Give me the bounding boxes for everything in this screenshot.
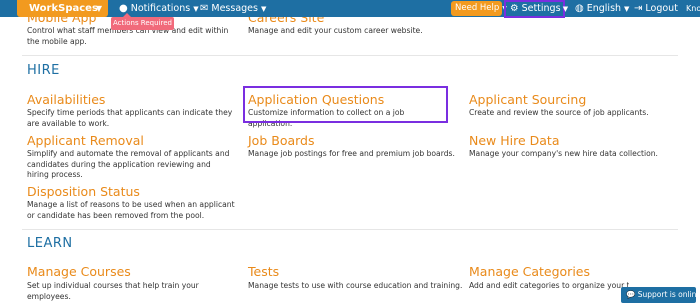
disposition-status-description: Manage a list of reasons to be used when…: [27, 200, 235, 220]
new-hire-data-link[interactable]: New Hire Data: [469, 134, 560, 148]
language-menu[interactable]: ◍ English ▼: [575, 0, 629, 17]
envelope-icon: ✉: [200, 3, 209, 14]
applicant-removal-description: Simplify and automate the removal of app…: [27, 149, 230, 179]
notifications-label: Notifications: [130, 3, 191, 14]
workspaces-menu-button[interactable]: WorkSpaces ▼: [17, 0, 108, 17]
chevron-down-icon: ▼: [624, 5, 630, 13]
settings-label: Settings: [521, 3, 561, 14]
settings-menu-button[interactable]: ⚙ Settings ▼: [504, 0, 568, 18]
gear-icon: ⚙: [510, 3, 519, 14]
logout-icon: ⇥: [634, 3, 643, 14]
application-questions-highlight: [243, 86, 448, 123]
manage-categories-description: Add and edit categories to organize your…: [469, 281, 629, 290]
section-divider: [22, 55, 678, 56]
tests-link[interactable]: Tests: [248, 265, 279, 279]
support-label: Support is online: [637, 290, 700, 299]
chevron-down-icon: ▼: [560, 5, 569, 13]
disposition-status-link[interactable]: Disposition Status: [27, 185, 140, 199]
manage-courses-link[interactable]: Manage Courses: [27, 265, 131, 279]
chevron-down-icon: ▼: [95, 4, 102, 13]
availabilities-link[interactable]: Availabilities: [27, 93, 105, 107]
tests-description: Manage tests to use with course educatio…: [248, 281, 463, 290]
language-label: English: [586, 3, 622, 14]
section-divider: [22, 229, 678, 230]
applicant-sourcing-description: Create and review the source of job appl…: [469, 108, 649, 117]
chevron-down-icon: ▼: [193, 5, 199, 13]
workspaces-label: WorkSpaces: [29, 3, 98, 14]
applicant-removal-link[interactable]: Applicant Removal: [27, 134, 144, 148]
messages-label: Messages: [211, 3, 258, 14]
availabilities-description: Specify time periods that applicants can…: [27, 108, 233, 128]
globe-icon: ◍: [575, 3, 584, 14]
truncated-menu-item[interactable]: Kno: [686, 0, 700, 17]
job-boards-link[interactable]: Job Boards: [248, 134, 315, 148]
careers-site-description: Manage and edit your custom career websi…: [248, 26, 423, 35]
actions-required-tooltip: Actions Required: [111, 13, 174, 30]
settings-content: Mobile App Control what staff members ca…: [0, 0, 700, 308]
job-boards-description: Manage job postings for free and premium…: [248, 149, 455, 158]
need-help-label: Need Help: [455, 3, 500, 13]
logout-button[interactable]: ⇥ Logout: [634, 0, 678, 17]
top-navbar: WorkSpaces ▼ ● Notifications ▼ ✉ Messages ▼ …: [0, 0, 700, 17]
learn-heading: LEARN: [27, 236, 73, 251]
new-hire-data-description: Manage your company's new hire data coll…: [469, 149, 658, 158]
hire-heading: HIRE: [27, 63, 60, 78]
applicant-sourcing-link[interactable]: Applicant Sourcing: [469, 93, 586, 107]
chat-bubble-icon: 💬: [626, 290, 636, 299]
chevron-down-icon: ▼: [260, 5, 267, 13]
messages-menu[interactable]: ✉ Messages ▼: [200, 0, 266, 17]
logout-label: Logout: [645, 3, 678, 14]
support-chat-button[interactable]: 💬 Support is online: [621, 287, 700, 303]
manage-courses-description: Set up individual courses that help trai…: [27, 281, 199, 301]
need-help-button[interactable]: Need Help ▼: [451, 1, 507, 16]
manage-categories-link[interactable]: Manage Categories: [469, 265, 590, 279]
